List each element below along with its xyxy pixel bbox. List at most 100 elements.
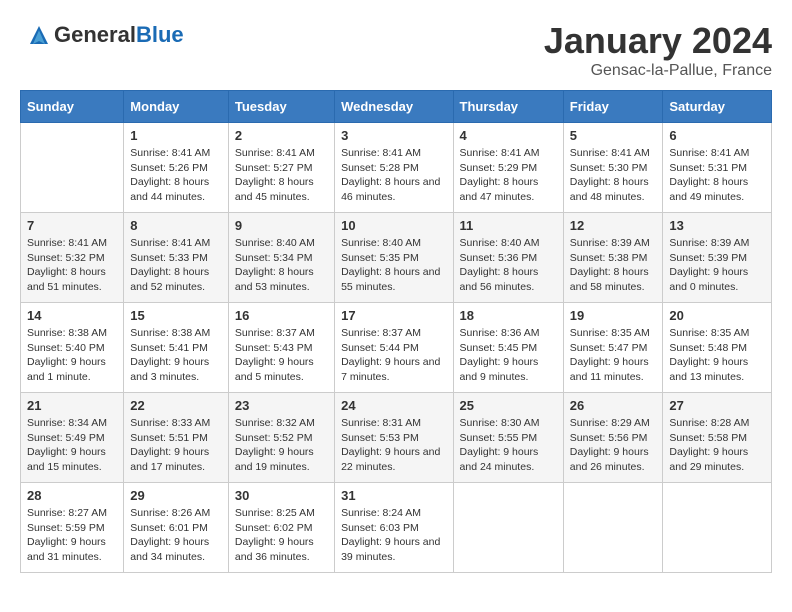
day-cell: 30 Sunrise: 8:25 AMSunset: 6:02 PMDayligh…	[228, 483, 334, 573]
day-number: 19	[570, 308, 657, 323]
calendar-table: SundayMondayTuesdayWednesdayThursdayFrid…	[20, 90, 772, 573]
day-number: 24	[341, 398, 446, 413]
day-info: Sunrise: 8:33 AMSunset: 5:51 PMDaylight:…	[130, 416, 222, 475]
day-number: 13	[669, 218, 765, 233]
day-number: 16	[235, 308, 328, 323]
day-cell: 28 Sunrise: 8:27 AMSunset: 5:59 PMDayligh…	[21, 483, 124, 573]
header-row: SundayMondayTuesdayWednesdayThursdayFrid…	[21, 91, 772, 123]
day-number: 2	[235, 128, 328, 143]
day-cell: 23Sunrise: 8:32 AMSunset: 5:52 PMDayligh…	[228, 393, 334, 483]
day-info: Sunrise: 8:30 AMSunset: 5:55 PMDaylight:…	[460, 416, 557, 475]
page-header: GeneralBlue January 2024 Gensac-la-Pallu…	[20, 20, 772, 80]
day-number: 20	[669, 308, 765, 323]
day-cell: 5Sunrise: 8:41 AMSunset: 5:30 PMDaylight…	[563, 123, 663, 213]
day-info: Sunrise: 8:41 AMSunset: 5:33 PMDaylight:…	[130, 236, 222, 295]
day-number: 12	[570, 218, 657, 233]
day-cell: 15Sunrise: 8:38 AMSunset: 5:41 PMDayligh…	[124, 303, 229, 393]
day-cell: 8 Sunrise: 8:41 AMSunset: 5:33 PMDaylight…	[124, 213, 229, 303]
day-cell	[563, 483, 663, 573]
day-cell: 2 Sunrise: 8:41 AMSunset: 5:27 PMDaylight…	[228, 123, 334, 213]
day-number: 27	[669, 398, 765, 413]
day-cell: 19 Sunrise: 8:35 AMSunset: 5:47 PMDayligh…	[563, 303, 663, 393]
day-info: Sunrise: 8:37 AMSunset: 5:44 PMDaylight:…	[341, 326, 446, 385]
logo: GeneralBlue	[20, 20, 184, 50]
day-cell	[21, 123, 124, 213]
day-info: Sunrise: 8:41 AMSunset: 5:28 PMDaylight:…	[341, 146, 446, 205]
day-info: Sunrise: 8:28 AMSunset: 5:58 PMDaylight:…	[669, 416, 765, 475]
day-info: Sunrise: 8:41 AMSunset: 5:27 PMDaylight:…	[235, 146, 328, 205]
day-cell: 29Sunrise: 8:26 AMSunset: 6:01 PMDayligh…	[124, 483, 229, 573]
day-cell: 26 Sunrise: 8:29 AMSunset: 5:56 PMDayligh…	[563, 393, 663, 483]
day-cell: 20Sunrise: 8:35 AMSunset: 5:48 PMDayligh…	[663, 303, 772, 393]
day-number: 22	[130, 398, 222, 413]
day-number: 8	[130, 218, 222, 233]
week-row-4: 21Sunrise: 8:34 AMSunset: 5:49 PMDayligh…	[21, 393, 772, 483]
day-info: Sunrise: 8:34 AMSunset: 5:49 PMDaylight:…	[27, 416, 117, 475]
day-cell: 14Sunrise: 8:38 AMSunset: 5:40 PMDayligh…	[21, 303, 124, 393]
week-row-1: 1Sunrise: 8:41 AMSunset: 5:26 PMDaylight…	[21, 123, 772, 213]
week-row-2: 7Sunrise: 8:41 AMSunset: 5:32 PMDaylight…	[21, 213, 772, 303]
day-number: 26	[570, 398, 657, 413]
day-cell: 31Sunrise: 8:24 AMSunset: 6:03 PMDayligh…	[335, 483, 453, 573]
day-cell: 12 Sunrise: 8:39 AMSunset: 5:38 PMDayligh…	[563, 213, 663, 303]
day-number: 25	[460, 398, 557, 413]
day-number: 6	[669, 128, 765, 143]
day-cell: 9 Sunrise: 8:40 AMSunset: 5:34 PMDaylight…	[228, 213, 334, 303]
day-number: 23	[235, 398, 328, 413]
header-day-saturday: Saturday	[663, 91, 772, 123]
day-info: Sunrise: 8:41 AMSunset: 5:29 PMDaylight:…	[460, 146, 557, 205]
month-title: January 2024	[544, 20, 772, 62]
title-area: January 2024 Gensac-la-Pallue, France	[544, 20, 772, 80]
day-cell: 3 Sunrise: 8:41 AMSunset: 5:28 PMDaylight…	[335, 123, 453, 213]
day-cell: 27 Sunrise: 8:28 AMSunset: 5:58 PMDayligh…	[663, 393, 772, 483]
header-day-thursday: Thursday	[453, 91, 563, 123]
day-info: Sunrise: 8:41 AMSunset: 5:26 PMDaylight:…	[130, 146, 222, 205]
day-info: Sunrise: 8:38 AMSunset: 5:41 PMDaylight:…	[130, 326, 222, 385]
day-info: Sunrise: 8:25 AMSunset: 6:02 PMDaylight:…	[235, 506, 328, 565]
day-info: Sunrise: 8:27 AMSunset: 5:59 PMDaylight:…	[27, 506, 117, 565]
day-number: 3	[341, 128, 446, 143]
day-number: 17	[341, 308, 446, 323]
header-day-monday: Monday	[124, 91, 229, 123]
day-info: Sunrise: 8:38 AMSunset: 5:40 PMDaylight:…	[27, 326, 117, 385]
day-cell	[663, 483, 772, 573]
day-cell: 10Sunrise: 8:40 AMSunset: 5:35 PMDayligh…	[335, 213, 453, 303]
location-title: Gensac-la-Pallue, France	[544, 62, 772, 80]
day-cell: 22 Sunrise: 8:33 AMSunset: 5:51 PMDayligh…	[124, 393, 229, 483]
day-cell: 18Sunrise: 8:36 AMSunset: 5:45 PMDayligh…	[453, 303, 563, 393]
day-info: Sunrise: 8:41 AMSunset: 5:31 PMDaylight:…	[669, 146, 765, 205]
day-info: Sunrise: 8:35 AMSunset: 5:47 PMDaylight:…	[570, 326, 657, 385]
logo-text-blue: Blue	[136, 22, 184, 47]
day-info: Sunrise: 8:40 AMSunset: 5:35 PMDaylight:…	[341, 236, 446, 295]
day-number: 28	[27, 488, 117, 503]
header-day-wednesday: Wednesday	[335, 91, 453, 123]
day-info: Sunrise: 8:39 AMSunset: 5:38 PMDaylight:…	[570, 236, 657, 295]
day-number: 7	[27, 218, 117, 233]
calendar-header: SundayMondayTuesdayWednesdayThursdayFrid…	[21, 91, 772, 123]
calendar-body: 1Sunrise: 8:41 AMSunset: 5:26 PMDaylight…	[21, 123, 772, 573]
day-info: Sunrise: 8:37 AMSunset: 5:43 PMDaylight:…	[235, 326, 328, 385]
day-number: 11	[460, 218, 557, 233]
logo-text-general: General	[54, 22, 136, 47]
day-number: 31	[341, 488, 446, 503]
header-day-tuesday: Tuesday	[228, 91, 334, 123]
week-row-3: 14Sunrise: 8:38 AMSunset: 5:40 PMDayligh…	[21, 303, 772, 393]
header-day-friday: Friday	[563, 91, 663, 123]
day-number: 29	[130, 488, 222, 503]
day-cell: 1Sunrise: 8:41 AMSunset: 5:26 PMDaylight…	[124, 123, 229, 213]
day-cell: 17 Sunrise: 8:37 AMSunset: 5:44 PMDayligh…	[335, 303, 453, 393]
day-number: 18	[460, 308, 557, 323]
day-info: Sunrise: 8:39 AMSunset: 5:39 PMDaylight:…	[669, 236, 765, 295]
day-cell: 6 Sunrise: 8:41 AMSunset: 5:31 PMDaylight…	[663, 123, 772, 213]
day-number: 9	[235, 218, 328, 233]
day-cell: 21Sunrise: 8:34 AMSunset: 5:49 PMDayligh…	[21, 393, 124, 483]
day-number: 30	[235, 488, 328, 503]
day-info: Sunrise: 8:41 AMSunset: 5:30 PMDaylight:…	[570, 146, 657, 205]
day-cell: 7Sunrise: 8:41 AMSunset: 5:32 PMDaylight…	[21, 213, 124, 303]
day-info: Sunrise: 8:40 AMSunset: 5:36 PMDaylight:…	[460, 236, 557, 295]
day-cell: 11 Sunrise: 8:40 AMSunset: 5:36 PMDayligh…	[453, 213, 563, 303]
day-info: Sunrise: 8:29 AMSunset: 5:56 PMDaylight:…	[570, 416, 657, 475]
day-info: Sunrise: 8:40 AMSunset: 5:34 PMDaylight:…	[235, 236, 328, 295]
day-cell: 24Sunrise: 8:31 AMSunset: 5:53 PMDayligh…	[335, 393, 453, 483]
logo-icon	[24, 20, 54, 50]
